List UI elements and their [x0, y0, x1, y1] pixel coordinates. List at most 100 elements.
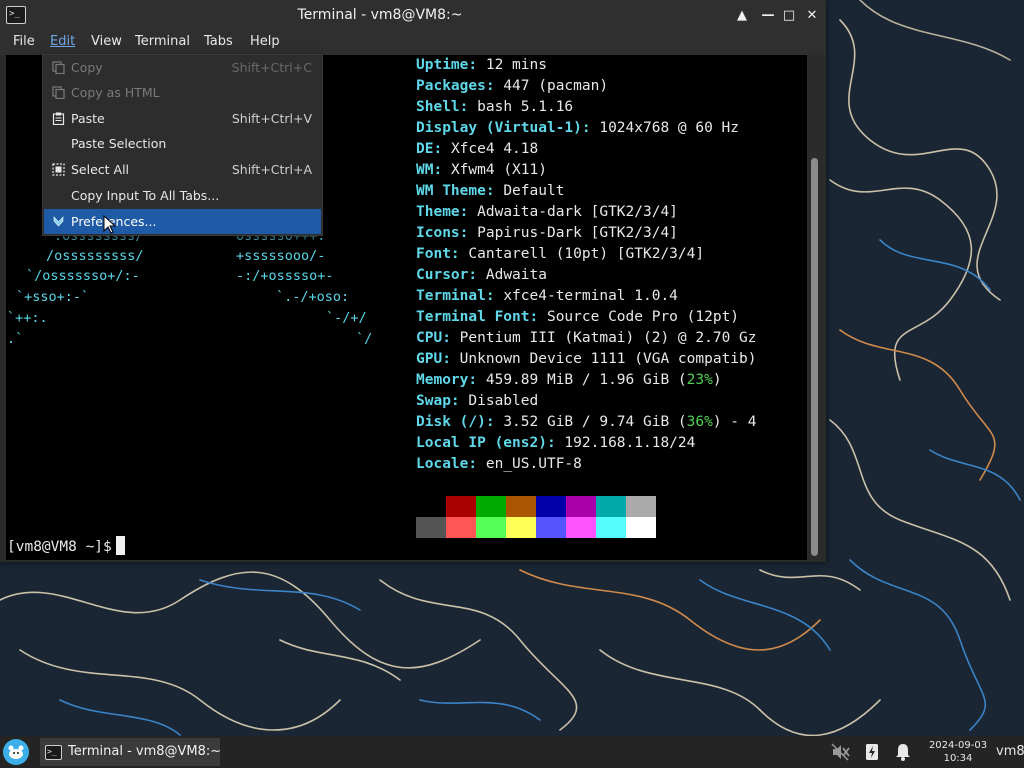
- maximize-button[interactable]: □: [779, 6, 799, 26]
- minimize-button[interactable]: —: [758, 6, 778, 26]
- shell-prompt[interactable]: [vm8@VM8 ~]$: [7, 536, 125, 558]
- info-value: Xfce4 4.18: [450, 141, 539, 157]
- color-swatch: [446, 517, 476, 538]
- info-terminal: Terminal: xfce4-terminal 1.0.4: [416, 288, 678, 304]
- info-value: xfce4-terminal 1.0.4: [503, 288, 678, 304]
- menu-item-label: Copy: [71, 60, 103, 75]
- menu-tabs[interactable]: Tabs: [204, 31, 233, 55]
- menu-terminal[interactable]: Terminal: [135, 31, 190, 55]
- info-value: Disabled: [468, 393, 539, 409]
- info-key: WM Theme: [416, 183, 486, 199]
- color-swatch: [566, 496, 596, 517]
- info-key: Terminal: [416, 288, 486, 304]
- color-swatch: [536, 517, 566, 538]
- info-swap: Swap: Disabled: [416, 393, 539, 409]
- mouse-pointer-icon: [103, 215, 117, 234]
- xfce-mouse-icon: [4, 740, 28, 764]
- menu-view[interactable]: View: [91, 31, 122, 55]
- taskbar-item-terminal[interactable]: >_ Terminal - vm8@VM8:~: [40, 738, 221, 766]
- menu-item-label: Copy as HTML: [71, 85, 160, 100]
- ascii-art-line: `+sso+:-`: [16, 289, 90, 305]
- info-key: Cursor: [416, 267, 469, 283]
- info-key: Memory: [416, 372, 469, 388]
- info-value: Unknown Device 1111 (VGA compatib): [459, 351, 757, 367]
- info-display: Display (Virtual-1): 1024x768 @ 60 Hz: [416, 120, 740, 136]
- info-key: Icons: [416, 225, 460, 241]
- text-cursor: [115, 536, 125, 555]
- info-value: 192.168.1.18/24: [564, 435, 696, 451]
- start-menu-button[interactable]: [3, 739, 29, 765]
- color-swatch: [416, 496, 446, 517]
- preferences-icon: [53, 216, 64, 227]
- menu-help[interactable]: Help: [250, 31, 280, 55]
- select-all-icon: [52, 163, 65, 176]
- ascii-art-line: -:/+osssso+-: [236, 268, 334, 284]
- volume-muted-icon[interactable]: [830, 742, 850, 762]
- clock-time: 10:34: [943, 753, 973, 764]
- menu-item-paste-selection[interactable]: Paste Selection: [44, 131, 321, 156]
- info-key: CPU: [416, 330, 443, 346]
- menu-item-select-all[interactable]: Select All Shift+Ctrl+A: [44, 157, 321, 182]
- ascii-art-line: +sssssooo/-: [236, 248, 326, 264]
- info-theme: Theme: Adwaita-dark [GTK2/3/4]: [416, 204, 678, 220]
- menu-file[interactable]: File: [13, 31, 35, 55]
- shade-button[interactable]: ▲: [732, 6, 752, 26]
- info-value: Source Code Pro (12pt): [546, 309, 740, 325]
- info-key: Display (Virtual-1): [416, 120, 582, 136]
- info-value: 447 (pacman): [503, 78, 609, 94]
- info-key: Terminal Font: [416, 309, 530, 325]
- ascii-art-line: `++:.: [7, 310, 48, 326]
- info-memory: Memory: 459.89 MiB / 1.96 GiB (23%): [416, 372, 722, 388]
- notification-bell-icon[interactable]: [893, 742, 913, 762]
- color-swatch: [536, 496, 566, 517]
- ascii-art-line: .`: [7, 331, 24, 347]
- info-shell: Shell: bash 5.1.16: [416, 99, 574, 115]
- info-key: Shell: [416, 99, 460, 115]
- info-cpu: CPU: Pentium III (Katmai) (2) @ 2.70 Gz: [416, 330, 757, 346]
- info-suffix: ): [712, 372, 722, 388]
- title-bar[interactable]: >_ Terminal - vm8@VM8:~ ▲ — □ ✕: [0, 0, 826, 31]
- menu-item-paste[interactable]: Paste Shift+Ctrl+V: [44, 106, 321, 131]
- color-swatch: [566, 517, 596, 538]
- clock[interactable]: 2024-09-03 10:34: [922, 738, 994, 767]
- info-key: WM: [416, 162, 434, 178]
- terminal-app-icon: >_: [45, 745, 62, 760]
- info-percent: 23%: [686, 372, 713, 388]
- color-swatch: [596, 496, 626, 517]
- menu-item-copy[interactable]: Copy Shift+Ctrl+C: [44, 55, 321, 80]
- info-value: en_US.UTF-8: [485, 456, 582, 472]
- menu-item-label: Paste: [71, 111, 105, 126]
- info-key: Local IP (ens2): [416, 435, 547, 451]
- menu-edit[interactable]: Edit: [50, 31, 75, 55]
- info-value: 1024x768 @ 60 Hz: [599, 120, 740, 136]
- close-button[interactable]: ✕: [802, 6, 822, 26]
- menu-item-label: Copy Input To All Tabs...: [71, 188, 220, 203]
- color-swatch: [596, 517, 626, 538]
- menu-item-copy-as-html[interactable]: Copy as HTML: [44, 80, 321, 105]
- desktop: >_ Terminal - vm8@VM8:~ ▲ — □ ✕ File Edi…: [0, 0, 1024, 768]
- menu-item-copy-input-to-all-tabs[interactable]: Copy Input To All Tabs...: [44, 183, 321, 208]
- info-value: bash 5.1.16: [477, 99, 574, 115]
- info-key: DE: [416, 141, 434, 157]
- info-icons: Icons: Papirus-Dark [GTK2/3/4]: [416, 225, 678, 241]
- scrollbar-thumb[interactable]: [811, 158, 818, 556]
- user-menu[interactable]: vm8: [996, 736, 1024, 768]
- clock-date: 2024-09-03: [928, 740, 988, 751]
- info-font: Font: Cantarell (10pt) [GTK2/3/4]: [416, 246, 705, 262]
- color-swatch: [476, 496, 506, 517]
- info-value: Default: [503, 183, 565, 199]
- prompt-text: [vm8@VM8 ~]$: [7, 539, 112, 555]
- menu-item-shortcut: Shift+Ctrl+V: [231, 111, 312, 126]
- menu-item-preferences[interactable]: Preferences...: [44, 209, 321, 234]
- power-manager-icon[interactable]: [862, 742, 882, 762]
- info-uptime: Uptime: 12 mins: [416, 57, 547, 73]
- color-swatch: [476, 517, 506, 538]
- color-swatch: [416, 517, 446, 538]
- ascii-art-line: `/osssssso+/:-: [26, 268, 140, 284]
- color-swatch: [626, 496, 656, 517]
- color-swatch: [626, 517, 656, 538]
- info-locale: Locale: en_US.UTF-8: [416, 456, 582, 472]
- info-gpu: GPU: Unknown Device 1111 (VGA compatib): [416, 351, 757, 367]
- info-suffix: ) - 4: [712, 414, 757, 430]
- info-key: Theme: [416, 204, 460, 220]
